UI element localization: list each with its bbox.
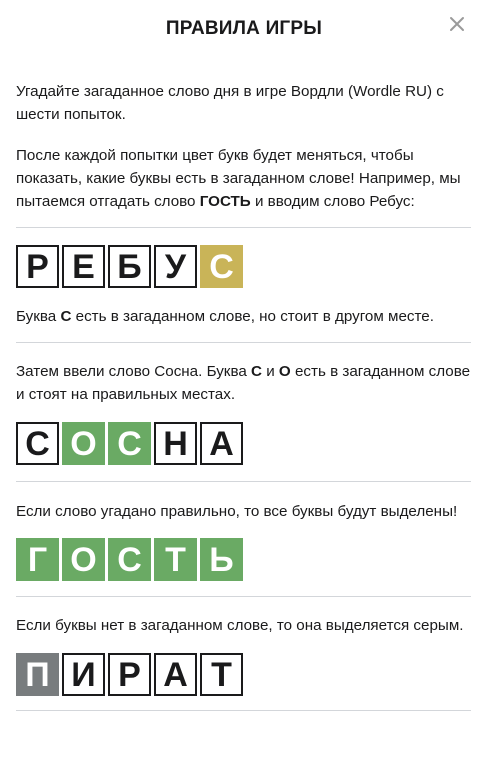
intro-paragraph: Угадайте загаданное слово дня в игре Вор… <box>16 83 444 123</box>
letter-tile: С <box>16 422 59 465</box>
example-row-sosna: С О С Н А <box>16 422 471 465</box>
letter-tile-absent: П <box>16 653 59 696</box>
letter-tile-correct: Т <box>154 538 197 581</box>
letter-tile: Б <box>108 245 151 288</box>
modal-title: ПРАВИЛА ИГРЫ <box>165 18 323 39</box>
letter-tile-present: С <box>200 245 243 288</box>
letter-tile: А <box>154 653 197 696</box>
letter-tile: Р <box>108 653 151 696</box>
example-row-rebus: Р Е Б У С <box>16 245 471 288</box>
letter-tile: У <box>154 245 197 288</box>
pirat-caption: Если буквы нет в загаданном слове, то он… <box>16 617 464 634</box>
caption-text-mid: и <box>261 363 279 380</box>
letter-tile-correct: С <box>108 538 151 581</box>
letter-tile-correct: О <box>62 538 105 581</box>
example-row-gost: Г О С Т Ь <box>16 538 471 581</box>
letter-tile-correct: С <box>108 422 151 465</box>
caption-text-pre: Затем ввели слово Сосна. Буква <box>16 363 252 380</box>
letter-tile: Н <box>154 422 197 465</box>
caption-letter: С <box>60 308 72 325</box>
example-row-pirat: П И Р А Т <box>16 653 471 696</box>
letter-tile-correct: Г <box>16 538 59 581</box>
divider <box>16 710 471 711</box>
gost-caption: Если слово угадано правильно, то все бук… <box>16 503 458 520</box>
close-icon[interactable] <box>445 12 469 36</box>
example-paragraph: После каждой попытки цвет букв будет мен… <box>16 144 471 213</box>
target-word: ГОСТЬ <box>199 193 251 210</box>
letter-tile: И <box>62 653 105 696</box>
modal-header: ПРАВИЛА ИГРЫ <box>0 0 488 58</box>
letter-tile-correct: Ь <box>200 538 243 581</box>
rules-content: Угадайте загаданное слово дня в игре Вор… <box>16 72 471 711</box>
letter-tile: Р <box>16 245 59 288</box>
letter-tile: А <box>200 422 243 465</box>
caption-letter: С <box>251 363 262 380</box>
rebus-caption: Буква С есть в загаданном слове, но стои… <box>16 305 471 328</box>
example-text-post: и вводим слово Ребус: <box>250 193 415 210</box>
caption-letter: О <box>278 363 291 380</box>
caption-text-post: есть в загаданном слове, но стоит в друг… <box>71 308 434 325</box>
letter-tile: Т <box>200 653 243 696</box>
letter-tile-correct: О <box>62 422 105 465</box>
letter-tile: Е <box>62 245 105 288</box>
divider <box>16 227 471 228</box>
divider <box>16 342 471 343</box>
divider <box>16 481 471 482</box>
sosna-caption: Затем ввели слово Сосна. Буква С и О ест… <box>16 360 471 406</box>
divider <box>16 596 471 597</box>
caption-text-pre: Буква <box>16 308 61 325</box>
